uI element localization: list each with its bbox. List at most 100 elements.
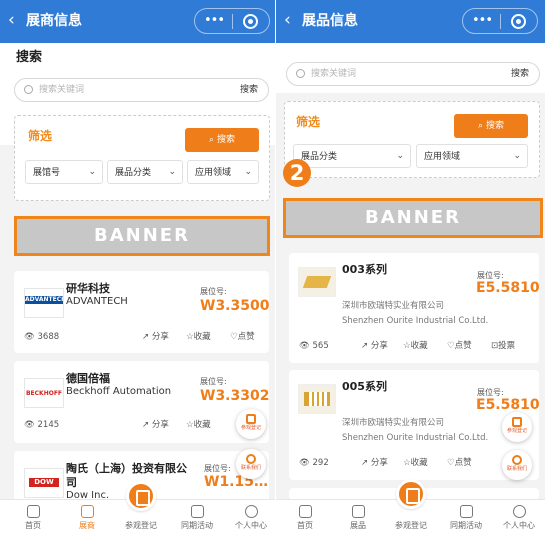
like-label: 点赞: [237, 332, 255, 342]
search-text-button[interactable]: 搜索: [511, 67, 529, 81]
booth-number: W3.3500: [200, 298, 270, 314]
share-button[interactable]: ↗ 分享: [361, 457, 388, 469]
like-button[interactable]: ♡点赞: [447, 340, 472, 352]
filter-search-button[interactable]: ⌕ 搜索: [185, 128, 259, 152]
category-dropdown[interactable]: 展品分类 ⌄: [293, 144, 411, 168]
search-title: 搜索: [16, 50, 43, 65]
booth-number: E5.5810: [476, 397, 540, 413]
booth-number: W3.3302: [200, 388, 270, 404]
exhibitor-card[interactable]: BECKHOFF 德国倍福 Beckhoff Automation 展位号: W…: [14, 361, 269, 443]
more-icon[interactable]: •••: [472, 11, 493, 31]
banner[interactable]: BANNER: [283, 198, 543, 238]
views-count: 👁 292: [299, 457, 329, 469]
exhibitor-english-name: ADVANTECH: [66, 296, 128, 307]
tab-label: 同期活动: [450, 521, 482, 530]
back-icon[interactable]: ‹: [8, 9, 15, 31]
favorite-button[interactable]: ☆收藏: [403, 457, 428, 469]
tab-label: 参观登记: [125, 521, 157, 530]
tab-home[interactable]: 首页: [280, 500, 330, 533]
headset-icon: [246, 454, 256, 464]
product-icon: [351, 505, 365, 518]
filter-panel: 筛选 ⌕ 搜索 展品分类 ⌄ 应用领域 ⌄: [284, 101, 540, 178]
headset-icon: [512, 455, 522, 465]
tab-label: 参观登记: [395, 521, 427, 530]
application-dropdown[interactable]: 应用领域 ⌄: [416, 144, 528, 168]
page-title: 展品信息: [302, 13, 358, 29]
register-fab-button[interactable]: [126, 481, 156, 511]
company-name: 深圳市欧瑞特实业有限公司: [342, 301, 445, 311]
tab-label: 展商: [79, 521, 95, 530]
tab-events[interactable]: 同期活动: [441, 500, 491, 533]
share-button[interactable]: ↗ 分享: [142, 419, 169, 431]
views-value: 3688: [37, 332, 60, 342]
search-input[interactable]: 搜索关键词 搜索: [14, 78, 269, 102]
advantech-logo: ADVANTECH: [24, 288, 64, 318]
like-label: 点赞: [454, 458, 472, 468]
search-text-button[interactable]: 搜索: [240, 83, 258, 97]
application-dropdown[interactable]: 应用领域 ⌄: [187, 160, 259, 184]
product-image: [298, 267, 336, 297]
chevron-down-icon: ⌄: [88, 167, 96, 177]
favorite-button[interactable]: ☆收藏: [186, 419, 211, 431]
logo-text: BECKHOFF: [25, 390, 63, 397]
eye-icon: 👁: [299, 341, 313, 351]
close-target-icon[interactable]: [511, 14, 526, 29]
like-button[interactable]: ♡点赞: [230, 331, 255, 343]
event-icon: [459, 505, 473, 518]
dropdown-label: 展馆号: [33, 168, 61, 178]
favorite-label: 收藏: [193, 420, 211, 430]
visit-register-float-button[interactable]: 参观登记: [502, 412, 532, 442]
filter-title: 筛选: [28, 129, 53, 143]
like-button[interactable]: ♡点赞: [447, 457, 472, 469]
share-button[interactable]: ↗ 分享: [361, 340, 388, 352]
float-label: 参观登记: [240, 425, 261, 431]
exhibitor-icon: [80, 505, 94, 518]
tab-label: 首页: [25, 521, 41, 530]
filter-search-button[interactable]: ⌕ 搜索: [454, 114, 528, 138]
register-fab-button[interactable]: [396, 479, 426, 509]
vote-button[interactable]: ⊡投票: [491, 340, 515, 352]
share-label: 分享: [151, 332, 169, 342]
tab-home[interactable]: 首页: [8, 500, 58, 533]
product-card[interactable]: 003系列 展位号: E5.5810 深圳市欧瑞特实业有限公司 Shenzhen…: [289, 253, 540, 363]
search-placeholder: 搜索关键词: [311, 69, 357, 79]
tab-profile[interactable]: 个人中心: [494, 500, 544, 533]
tab-exhibitor[interactable]: 展商: [62, 500, 112, 533]
chevron-down-icon: ⌄: [396, 151, 404, 161]
dropdown-label: 展品分类: [115, 168, 152, 178]
exhibitor-name-wrap: 司: [66, 476, 77, 489]
mini-program-capsule: •••: [462, 8, 538, 34]
visit-register-float-button[interactable]: 参观登记: [236, 409, 266, 439]
views-count: 👁 2145: [24, 419, 59, 431]
favorite-button[interactable]: ☆收藏: [186, 331, 211, 343]
banner[interactable]: BANNER: [14, 216, 270, 256]
exhibitor-card[interactable]: ADVANTECH 研华科技 ADVANTECH 展位号: W3.3500 👁 …: [14, 271, 269, 353]
hall-dropdown[interactable]: 展馆号 ⌄: [25, 160, 103, 184]
tab-products[interactable]: 展品: [333, 500, 383, 533]
back-icon[interactable]: ‹: [284, 9, 291, 31]
share-button[interactable]: ↗ 分享: [142, 331, 169, 343]
search-input[interactable]: 搜索关键词 搜索: [286, 62, 540, 86]
search-icon: ⌕: [209, 135, 217, 145]
search-placeholder: 搜索关键词: [39, 85, 85, 95]
eye-icon: 👁: [24, 332, 38, 342]
contact-us-float-button[interactable]: 联系我们: [502, 450, 532, 480]
exhibitor-info-screen: ‹ 展商信息 ••• 搜索 搜索关键词 搜索 筛选 ⌕ 搜索 展馆号 ⌄ 展品分…: [0, 0, 275, 533]
tab-profile[interactable]: 个人中心: [226, 500, 275, 533]
event-icon: [190, 505, 204, 518]
close-target-icon[interactable]: [243, 14, 258, 29]
capsule-divider: [232, 14, 233, 29]
company-english-name: Shenzhen Ourite Industrial Co.Ltd.: [342, 316, 489, 326]
tab-events[interactable]: 同期活动: [172, 500, 222, 533]
more-icon[interactable]: •••: [204, 11, 225, 31]
views-value: 2145: [37, 420, 60, 430]
company-name: 深圳市欧瑞特实业有限公司: [342, 418, 445, 428]
favorite-button[interactable]: ☆收藏: [403, 340, 428, 352]
category-dropdown[interactable]: 展品分类 ⌄: [107, 160, 183, 184]
chevron-down-icon: ⌄: [244, 167, 252, 177]
tab-label: 展品: [350, 521, 366, 530]
favorite-label: 收藏: [193, 332, 211, 342]
dow-logo: DOW: [24, 468, 64, 498]
contact-us-float-button[interactable]: 联系我们: [236, 449, 266, 479]
mini-program-capsule: •••: [194, 8, 270, 34]
